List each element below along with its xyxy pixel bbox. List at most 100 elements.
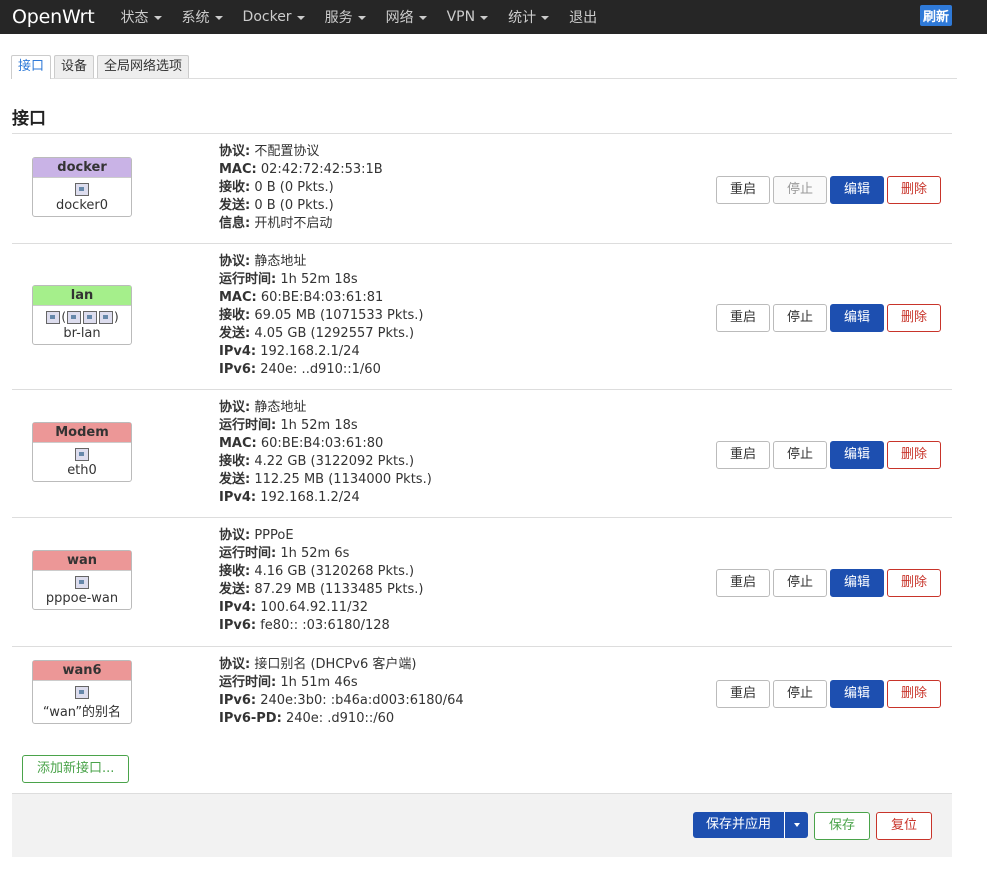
info-value: 4.22 GB (3122092 Pkts.) — [254, 454, 415, 469]
info-key: IPv4: — [219, 490, 257, 505]
info-line: 发送: 112.25 MB (1134000 Pkts.) — [219, 471, 432, 489]
menu-network[interactable]: 网络 — [386, 7, 427, 27]
menu-label: 状态 — [120, 10, 149, 26]
interface-badge: lan () br-lan — [32, 285, 132, 345]
delete-button[interactable]: 删除 — [886, 175, 941, 204]
menu-services[interactable]: 服务 — [325, 7, 366, 27]
stop-button[interactable]: 停止 — [772, 440, 827, 469]
info-value: 开机时不启动 — [254, 216, 333, 231]
info-value: 192.168.2.1/24 — [260, 344, 360, 359]
save-apply-group: 保存并应用 — [692, 812, 808, 838]
info-line: 运行时间: 1h 52m 18s — [219, 271, 424, 289]
info-value: 1h 52m 18s — [280, 418, 358, 433]
delete-button[interactable]: 删除 — [886, 303, 941, 332]
restart-button[interactable]: 重启 — [715, 175, 770, 204]
info-key: 协议: — [219, 657, 251, 672]
save-button[interactable]: 保存 — [813, 812, 870, 840]
restart-button[interactable]: 重启 — [715, 679, 770, 708]
info-key: 运行时间: — [219, 272, 277, 287]
menu-statistics[interactable]: 统计 — [508, 7, 550, 27]
interface-name: docker — [33, 158, 131, 178]
info-key: 协议: — [219, 400, 251, 415]
info-key: 协议: — [219, 528, 251, 543]
device-icons — [33, 181, 131, 197]
menu-docker[interactable]: Docker — [243, 9, 305, 25]
interface-info: 协议: 静态地址 运行时间: 1h 52m 18s MAC: 60:BE:B4:03… — [219, 253, 424, 379]
menu-label: 系统 — [181, 10, 210, 26]
tab-bar: 接口 设备 全局网络选项 — [11, 55, 957, 79]
network-port-icon — [99, 310, 113, 324]
info-key: 发送: — [219, 582, 251, 597]
add-interface-button[interactable]: 添加新接口... — [22, 755, 130, 783]
info-value: 87.29 MB (1133485 Pkts.) — [254, 582, 424, 597]
restart-button[interactable]: 重启 — [715, 303, 770, 332]
menu-status[interactable]: 状态 — [121, 7, 162, 27]
row-actions: 重启 停止 编辑 删除 — [713, 175, 941, 204]
info-key: 运行时间: — [219, 418, 277, 433]
apply-dropdown-toggle[interactable] — [784, 812, 808, 838]
refresh-button[interactable]: 刷新 — [919, 5, 952, 26]
info-line: IPv6: 240e:3b0: :b46a:d003:6180/64 — [219, 692, 464, 710]
interface-name: wan — [33, 551, 131, 571]
info-line: 运行时间: 1h 52m 18s — [219, 417, 432, 435]
info-key: 接收: — [219, 180, 251, 195]
reset-button[interactable]: 复位 — [875, 812, 932, 840]
edit-button[interactable]: 编辑 — [829, 569, 884, 597]
info-key: 协议: — [219, 144, 251, 159]
stop-button[interactable]: 停止 — [772, 569, 827, 597]
info-key: 发送: — [219, 326, 251, 341]
interface-badge: wan6 “wan”的别名 — [32, 660, 132, 724]
device-name: pppoe-wan — [45, 591, 119, 606]
info-line: 协议: 静态地址 — [219, 253, 424, 271]
menu-logout[interactable]: 退出 — [569, 7, 597, 27]
info-value: 4.05 GB (1292557 Pkts.) — [254, 326, 415, 341]
stop-button[interactable]: 停止 — [772, 679, 827, 708]
restart-button[interactable]: 重启 — [715, 440, 770, 469]
menu-vpn[interactable]: VPN — [447, 9, 489, 25]
info-key: MAC: — [219, 436, 257, 451]
stop-button[interactable]: 停止 — [772, 175, 827, 204]
info-line: 信息: 开机时不启动 — [219, 215, 383, 233]
network-port-icon — [67, 310, 81, 324]
info-key: IPv4: — [219, 344, 257, 359]
info-value: 不配置协议 — [254, 144, 320, 159]
device-icons — [33, 574, 131, 590]
edit-button[interactable]: 编辑 — [829, 175, 884, 204]
info-value: 接口别名 (DHCPv6 客户端) — [254, 657, 417, 672]
info-value: 静态地址 — [254, 254, 307, 269]
info-line: IPv4: 192.168.2.1/24 — [219, 343, 424, 361]
info-value: 240e: ..d910::1/60 — [260, 362, 381, 377]
edit-button[interactable]: 编辑 — [829, 303, 884, 332]
info-value: 192.168.1.2/24 — [260, 490, 360, 505]
info-key: IPv6: — [219, 618, 257, 633]
info-value: 60:BE:B4:03:61:80 — [260, 436, 384, 451]
device-icons — [33, 684, 131, 700]
device-icons — [33, 446, 131, 462]
tab-devices[interactable]: 设备 — [54, 55, 95, 78]
edit-button[interactable]: 编辑 — [829, 440, 884, 469]
network-port-icon — [46, 310, 61, 324]
interface-badge: docker docker0 — [32, 157, 132, 217]
tab-interfaces[interactable]: 接口 — [11, 55, 52, 79]
menu-system[interactable]: 系统 — [182, 7, 223, 27]
menu-label: 退出 — [569, 10, 598, 26]
menu-label: 网络 — [385, 10, 414, 26]
row-actions: 重启 停止 编辑 删除 — [713, 303, 941, 332]
tab-global-options[interactable]: 全局网络选项 — [97, 55, 190, 78]
save-apply-button[interactable]: 保存并应用 — [692, 812, 784, 838]
network-port-icon — [75, 685, 89, 699]
edit-button[interactable]: 编辑 — [829, 679, 884, 708]
info-line: 发送: 4.05 GB (1292557 Pkts.) — [219, 325, 424, 343]
network-port-icon — [75, 447, 89, 461]
stop-button[interactable]: 停止 — [772, 303, 827, 332]
network-port-icon — [75, 182, 89, 196]
info-line: 协议: PPPoE — [219, 527, 424, 545]
info-line: 协议: 接口别名 (DHCPv6 客户端) — [219, 656, 464, 674]
row-actions: 重启 停止 编辑 删除 — [713, 679, 941, 708]
network-port-icon — [83, 310, 97, 324]
brand-logo[interactable]: OpenWrt — [12, 6, 95, 28]
delete-button[interactable]: 删除 — [886, 440, 941, 469]
delete-button[interactable]: 删除 — [886, 679, 941, 708]
restart-button[interactable]: 重启 — [715, 569, 770, 597]
delete-button[interactable]: 删除 — [886, 569, 941, 597]
